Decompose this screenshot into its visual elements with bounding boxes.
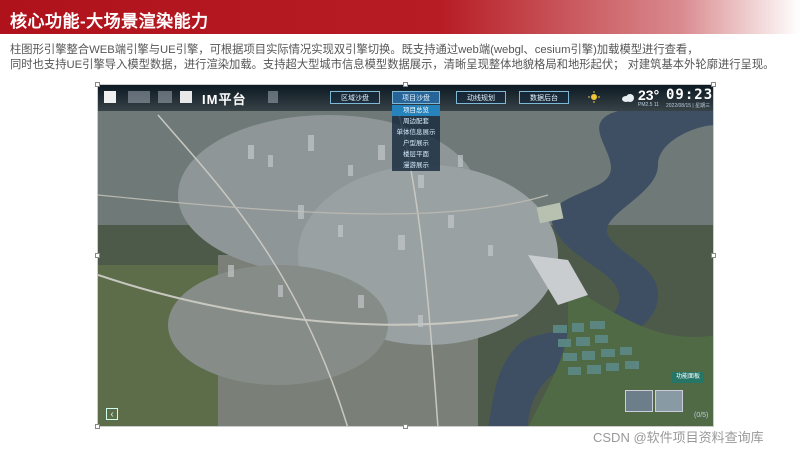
project-sandbox-dropdown: 项目总览 周边配套 单体信息展示 户型展示 楼层平面 漫游展示: [392, 105, 440, 171]
sun-icon: [588, 91, 600, 103]
nav-route-planning[interactable]: 动线规划: [456, 91, 506, 104]
clock-date: 2022/08/15 | 星期三: [666, 103, 711, 109]
watermark: CSDN @软件项目资料查询库: [593, 430, 764, 445]
temperature: 23°: [638, 87, 660, 103]
dropdown-item[interactable]: 周边配套: [392, 116, 440, 127]
dropdown-item[interactable]: 单体信息展示: [392, 127, 440, 138]
dropdown-item[interactable]: 漫游展示: [392, 160, 440, 171]
resize-handle: [711, 82, 716, 87]
back-arrow-icon[interactable]: ‹: [106, 408, 118, 420]
resize-handle: [95, 424, 100, 429]
clock-time: 09:23:56: [666, 87, 714, 103]
resize-handle: [403, 82, 408, 87]
cloud-icon: [622, 94, 634, 102]
page-indicator: (0/5): [694, 412, 709, 419]
page-header: 核心功能-大场景渲染能力: [0, 0, 800, 34]
resize-handle: [95, 82, 100, 87]
nav-data-backend[interactable]: 数据后台: [519, 91, 569, 104]
nav-project-sandbox[interactable]: 项目沙盘: [392, 91, 440, 104]
resize-handle: [95, 253, 100, 258]
logo-icon: [104, 91, 116, 103]
description-line: 柱图形引擎整合WEB端引擎与UE引擎，可根据项目实际情况实现双引擎切换。既支持通…: [10, 44, 699, 56]
thumbnail[interactable]: [655, 390, 683, 412]
thumbnail[interactable]: [625, 390, 653, 412]
resize-handle: [403, 424, 408, 429]
function-panel-badge[interactable]: 功能面板: [672, 372, 705, 383]
dropdown-item[interactable]: 户型展示: [392, 138, 440, 149]
air-quality: PM2.5 11: [638, 102, 660, 108]
page-title: 核心功能-大场景渲染能力: [10, 12, 209, 31]
description-line: 同时也支持UE引擎导入模型数据，进行渲染加载。支持超大型城市信息模型数据展示，清…: [10, 59, 775, 71]
logo-icon: [180, 91, 192, 103]
blurred-logo: [128, 91, 150, 103]
description: 柱图形引擎整合WEB端引擎与UE引擎，可根据项目实际情况实现双引擎切换。既支持通…: [10, 43, 795, 73]
dropdown-item[interactable]: 项目总览: [392, 105, 440, 116]
blurred-logo: [158, 91, 172, 103]
dropdown-item[interactable]: 楼层平面: [392, 149, 440, 160]
resize-handle: [711, 253, 716, 258]
platform-title: IM平台: [202, 92, 247, 107]
nav-region-sandbox[interactable]: 区域沙盘: [330, 91, 380, 104]
blurred-logo: [268, 91, 278, 103]
app-screenshot: IM平台 区域沙盘 项目沙盘 动线规划 数据后台 项目总览 周边配套 单体信息展…: [97, 84, 714, 427]
